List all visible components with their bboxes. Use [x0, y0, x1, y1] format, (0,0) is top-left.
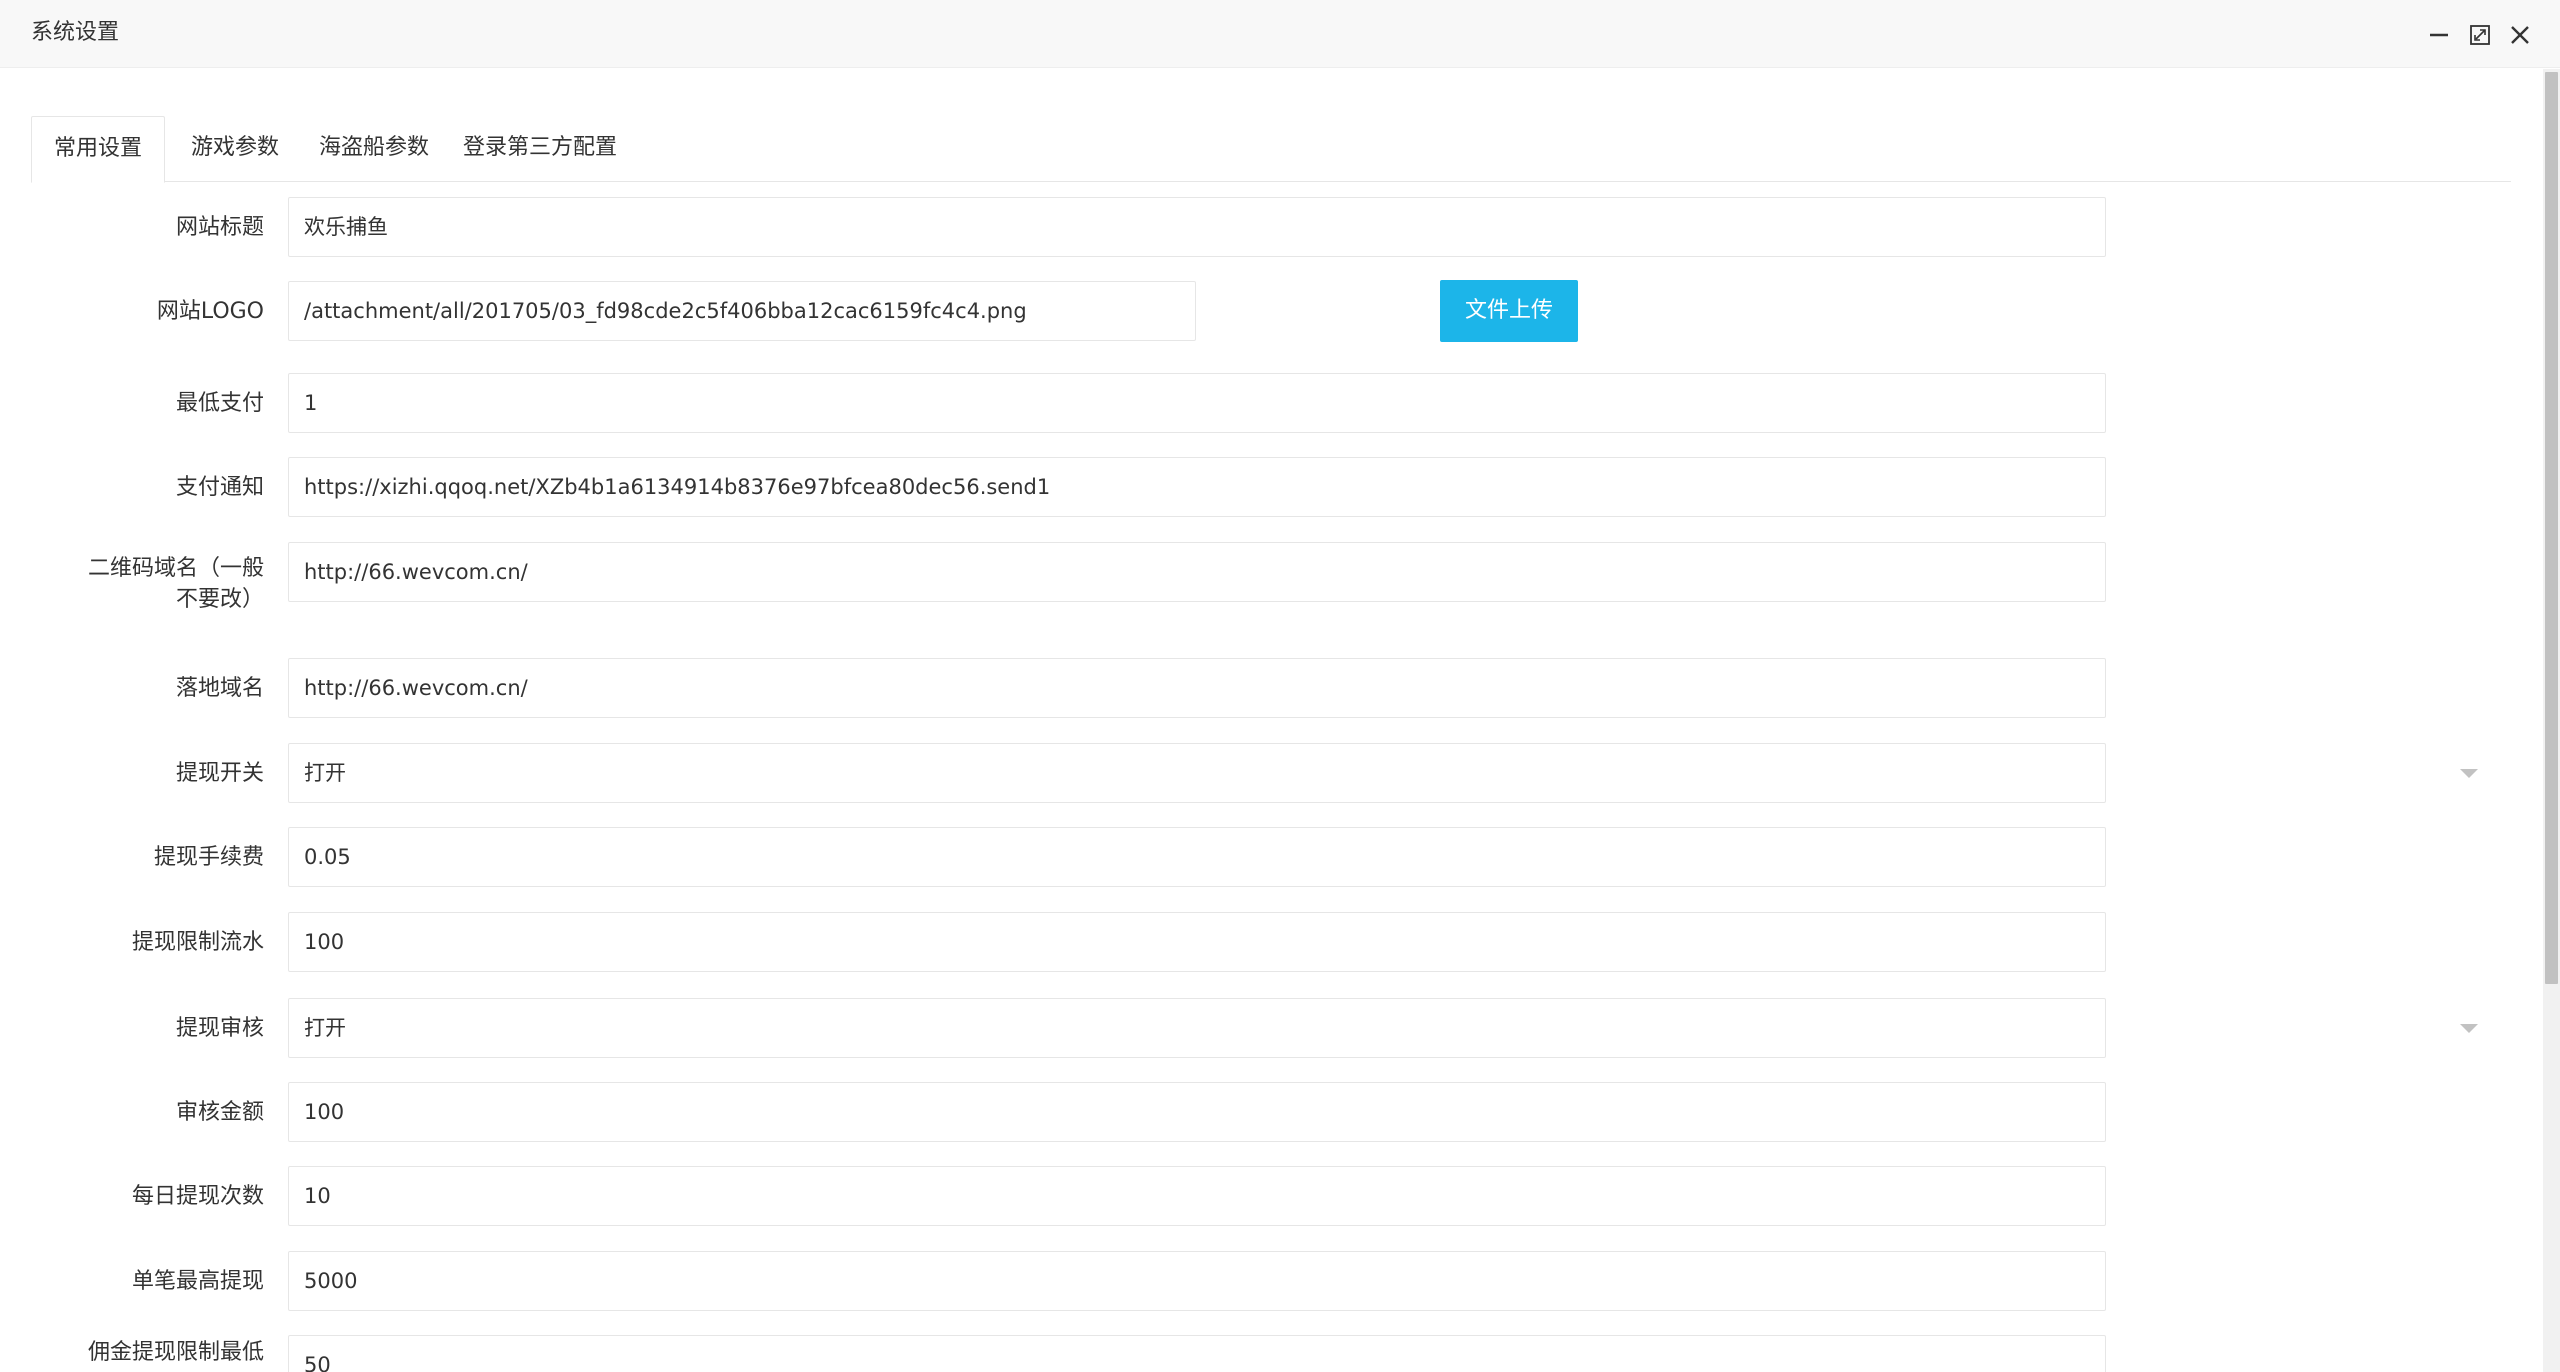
min-pay-label: 最低支付 — [175, 391, 264, 416]
close-button[interactable] — [2505, 20, 2535, 50]
site-logo-input[interactable]: /attachment/all/201705/03_fd98cde2c5f406… — [288, 281, 1196, 341]
min-pay-input[interactable]: 1 — [288, 373, 2106, 433]
withdraw-review-select[interactable]: 打开 — [288, 998, 2106, 1058]
minimize-button[interactable] — [2424, 20, 2454, 50]
tab-third-party-login[interactable]: 登录第三方配置 — [463, 116, 617, 182]
file-upload-button[interactable]: 文件上传 — [1440, 280, 1578, 342]
landing-domain-input[interactable]: http://66.wevcom.cn/ — [288, 658, 2106, 718]
withdraw-fee-label: 提现手续费 — [153, 845, 264, 870]
minimize-icon — [2430, 33, 2448, 37]
daily-withdraw-count-label: 每日提现次数 — [131, 1184, 264, 1209]
scrollbar-thumb[interactable] — [2545, 72, 2558, 984]
qr-domain-label-line1: 二维码域名（一般 — [87, 556, 264, 581]
tab-bar: 常用设置 游戏参数 海盗船参数 登录第三方配置 — [31, 116, 2511, 183]
landing-domain-label: 落地域名 — [175, 676, 264, 701]
tab-common-settings[interactable]: 常用设置 — [31, 116, 166, 183]
review-amount-input[interactable]: 100 — [288, 1082, 2106, 1142]
site-logo-label: 网站LOGO — [156, 299, 264, 324]
review-amount-label: 审核金额 — [175, 1100, 264, 1125]
chevron-down-icon[interactable] — [2460, 1024, 2478, 1033]
qr-domain-input[interactable]: http://66.wevcom.cn/ — [288, 542, 2106, 602]
withdraw-flow-limit-label: 提现限制流水 — [131, 930, 264, 955]
withdraw-switch-label: 提现开关 — [175, 761, 264, 786]
withdraw-switch-select[interactable]: 打开 — [288, 743, 2106, 803]
commission-min-limit-label: 佣金提现限制最低 — [87, 1340, 264, 1365]
site-title-label: 网站标题 — [175, 215, 264, 240]
withdraw-fee-input[interactable]: 0.05 — [288, 827, 2106, 887]
title-bar: 系统设置 — [0, 0, 2560, 68]
settings-content: 常用设置 游戏参数 海盗船参数 登录第三方配置 网站标题 欢乐捕鱼 网站LOGO… — [0, 69, 2540, 1372]
close-icon — [2511, 26, 2529, 44]
site-title-input[interactable]: 欢乐捕鱼 — [288, 197, 2106, 257]
tab-game-params[interactable]: 游戏参数 — [191, 116, 279, 182]
single-max-withdraw-input[interactable]: 5000 — [288, 1251, 2106, 1311]
qr-domain-label: 二维码域名（一般 不要改） — [60, 553, 264, 615]
maximize-button[interactable] — [2465, 20, 2495, 50]
pay-notify-input[interactable]: https://xizhi.qqoq.net/XZb4b1a6134914b83… — [288, 457, 2106, 517]
single-max-withdraw-label: 单笔最高提现 — [131, 1269, 264, 1294]
withdraw-review-label: 提现审核 — [175, 1016, 264, 1041]
daily-withdraw-count-input[interactable]: 10 — [288, 1166, 2106, 1226]
settings-window: 系统设置 常用设置 游戏参数 海盗船参数 登录第三方配置 网站标题 欢乐捕鱼 网… — [0, 0, 2560, 1372]
tab-pirate-ship-params[interactable]: 海盗船参数 — [319, 116, 429, 182]
window-title: 系统设置 — [31, 20, 120, 45]
withdraw-flow-limit-input[interactable]: 100 — [288, 912, 2106, 972]
chevron-down-icon[interactable] — [2460, 769, 2478, 778]
qr-domain-label-line2: 不要改） — [175, 587, 264, 612]
maximize-icon — [2470, 25, 2490, 45]
pay-notify-label: 支付通知 — [175, 475, 264, 500]
commission-min-limit-input[interactable]: 50 — [288, 1335, 2106, 1372]
